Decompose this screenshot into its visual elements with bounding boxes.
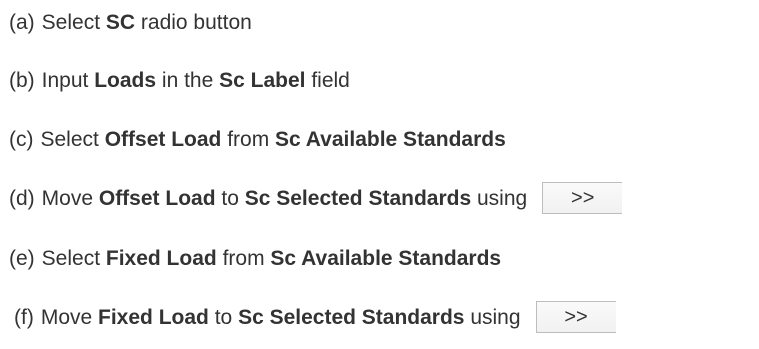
move-right-button[interactable]: >> [535, 301, 616, 333]
field-name: Sc Label [219, 68, 306, 92]
step-marker: (d) [9, 186, 35, 210]
step-text: using [471, 186, 528, 210]
step-text: radio button [135, 10, 252, 34]
step-marker: (c) [9, 127, 34, 151]
standard-name: Offset Load [98, 186, 216, 210]
step-marker: (b) [9, 68, 35, 92]
step-text: Select [41, 246, 106, 270]
list-name: Sc Selected Standards [244, 186, 472, 210]
list-name: Sc Available Standards [270, 246, 502, 270]
step-f: (f) Move Fixed Load to Sc Selected Stand… [14, 300, 616, 334]
standard-name: Fixed Load [105, 246, 217, 270]
step-text: Input [41, 68, 95, 92]
step-e: (e) Select Fixed Load from Sc Available … [9, 241, 501, 275]
step-marker: (e) [9, 246, 35, 270]
step-text: field [305, 68, 350, 92]
input-value: Loads [94, 68, 157, 92]
step-text: Select [41, 10, 106, 34]
move-right-button[interactable]: >> [542, 182, 623, 214]
step-b: (b) Input Loads in the Sc Label field [9, 63, 350, 97]
step-text: Move [40, 305, 99, 329]
step-text: to [215, 186, 245, 210]
step-d: (d) Move Offset Load to Sc Selected Stan… [9, 181, 623, 215]
standard-name: Offset Load [104, 127, 222, 151]
radio-button-name: SC [105, 10, 136, 34]
step-text: Select [40, 127, 105, 151]
step-a: (a) Select SC radio button [9, 5, 252, 39]
step-text: to [208, 305, 239, 329]
step-text: Move [41, 186, 99, 210]
list-name: Sc Selected Standards [238, 305, 465, 329]
step-text: from [216, 246, 271, 270]
step-text: from [221, 127, 276, 151]
step-marker: (f) [14, 305, 34, 329]
step-c: (c) Select Offset Load from Sc Available… [9, 122, 506, 156]
step-marker: (a) [9, 10, 35, 34]
step-text: in the [156, 68, 220, 92]
standard-name: Fixed Load [98, 305, 209, 329]
step-text: using [464, 305, 521, 329]
list-name: Sc Available Standards [275, 127, 506, 151]
